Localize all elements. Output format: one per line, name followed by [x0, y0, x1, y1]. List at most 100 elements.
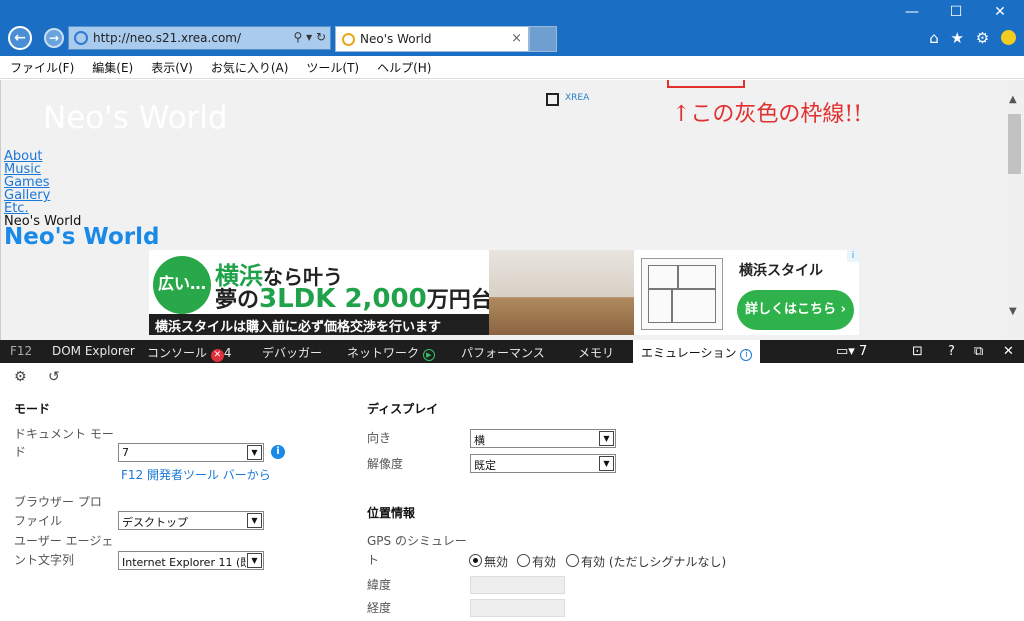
- gps-label-1: GPS のシミュレー: [367, 534, 467, 548]
- latitude-label: 緯度: [367, 578, 392, 592]
- banner-strip: 横浜スタイルは購入前に必ず価格交渉を行います: [149, 314, 489, 335]
- longitude-input: [470, 599, 565, 617]
- doc-mode-source-link[interactable]: F12 開発者ツール バーから: [121, 466, 271, 483]
- resolution-label: 解像度: [367, 457, 404, 471]
- orientation-label: 向き: [367, 431, 392, 445]
- user-agent-label-2: ント文字列: [14, 553, 75, 567]
- forward-button[interactable]: →: [44, 28, 64, 48]
- close-tab-icon[interactable]: ×: [511, 31, 522, 46]
- close-devtools-icon[interactable]: ✕: [1003, 344, 1014, 359]
- latitude-input: [470, 576, 565, 594]
- user-agent-select[interactable]: Internet Explorer 11 (既定) ▼: [118, 551, 264, 570]
- profile-settings-icon[interactable]: ⚙: [14, 369, 27, 385]
- banner-cta-button[interactable]: 詳しくはこちら ›: [737, 290, 854, 330]
- menu-bar: ファイル(F) 編集(E) 表示(V) お気に入り(A) ツール(T) ヘルプ(…: [0, 56, 1024, 79]
- broken-image-icon: [546, 93, 559, 106]
- f12-label: F12: [10, 344, 33, 358]
- annotation-highlight-box: [667, 80, 745, 88]
- menu-help[interactable]: ヘルプ(H): [367, 56, 439, 76]
- scroll-down-icon[interactable]: ▼: [1009, 306, 1017, 317]
- site-nav: About Music Games Gallery Etc. Neo's Wor…: [4, 150, 81, 229]
- scroll-thumb[interactable]: [1008, 114, 1021, 174]
- annotation-text: ↑この灰色の枠線!!: [672, 102, 863, 127]
- home-icon[interactable]: ⌂: [929, 29, 939, 47]
- doc-mode-info-icon[interactable]: i: [271, 445, 285, 459]
- back-button[interactable]: ←: [8, 26, 32, 50]
- console-error-count: 4: [223, 346, 232, 360]
- menu-tools[interactable]: ツール(T): [296, 56, 367, 76]
- browser-profile-label-1: ブラウザー プロ: [14, 495, 102, 509]
- user-agent-label-1: ユーザー エージェ: [14, 534, 114, 548]
- gps-radio-no-signal[interactable]: [566, 554, 579, 567]
- devtools-tab-bar: F12 DOM Explorer コンソール ✕ 4 デバッガー ネットワーク ▶…: [0, 340, 1024, 363]
- monitor-icon: ▭▾: [836, 344, 855, 359]
- close-window-icon[interactable]: ✕: [990, 4, 1010, 20]
- ad-info-icon[interactable]: i: [847, 250, 859, 262]
- xrea-link[interactable]: XREA: [565, 93, 589, 103]
- chevron-down-icon: ▼: [599, 456, 614, 471]
- chevron-down-icon: ▼: [247, 445, 262, 460]
- settings-icon[interactable]: ⚙: [976, 29, 989, 47]
- site-title-ghost: Neo's World: [43, 100, 228, 136]
- gps-radio-disabled-label: 無効: [484, 555, 509, 569]
- undock-icon[interactable]: ⧉: [974, 344, 983, 359]
- banner-brand-logo: 横浜スタイル: [739, 263, 823, 279]
- gps-label-2: ト: [367, 553, 380, 567]
- chevron-down-icon: ▼: [247, 553, 262, 568]
- doc-mode-label-2: ド: [14, 445, 27, 459]
- tab-emulation[interactable]: エミュレーション i: [633, 340, 761, 363]
- address-text[interactable]: http://neo.s21.xrea.com/: [93, 31, 241, 45]
- search-refresh-icons[interactable]: ⚲ ▾ ↻: [294, 30, 327, 44]
- minimize-icon[interactable]: —: [902, 4, 922, 20]
- record-play-icon: ▶: [422, 349, 435, 361]
- emulation-panel: モード ドキュメント モー ド 7 ▼ i F12 開発者ツール バーから ブラ…: [0, 390, 1024, 621]
- tab-memory[interactable]: メモリ: [578, 344, 614, 361]
- doc-mode-select[interactable]: 7 ▼: [118, 443, 264, 462]
- favorites-icon[interactable]: ★: [951, 29, 964, 47]
- doc-mode-indicator[interactable]: ▭▾ 7: [836, 344, 867, 359]
- orientation-select[interactable]: 横 ▼: [470, 429, 616, 448]
- tab-console[interactable]: コンソール ✕ 4: [147, 344, 231, 362]
- maximize-icon[interactable]: ☐: [946, 4, 966, 20]
- resolution-select[interactable]: 既定 ▼: [470, 454, 616, 473]
- browser-profile-label-2: ファイル: [14, 514, 63, 528]
- browser-title-bar: ← → http://neo.s21.xrea.com/ ⚲ ▾ ↻ Neo's…: [0, 0, 1024, 56]
- menu-edit[interactable]: 編集(E): [82, 56, 141, 76]
- page-viewport: Neo's World XREA ↑この灰色の枠線!! About Music …: [0, 80, 1005, 340]
- display-heading: ディスプレイ: [367, 402, 439, 416]
- tab-dom-explorer[interactable]: DOM Explorer: [52, 344, 135, 358]
- scroll-up-icon[interactable]: ▲: [1009, 94, 1017, 105]
- site-heading: Neo's World: [4, 224, 160, 250]
- info-icon: i: [740, 349, 753, 361]
- mode-heading: モード: [14, 402, 51, 416]
- tab-debugger[interactable]: デバッガー: [262, 344, 322, 361]
- reset-icon[interactable]: ↺: [48, 369, 60, 385]
- new-tab-button[interactable]: [529, 26, 557, 52]
- tab-neos-world[interactable]: Neo's World ×: [335, 26, 529, 52]
- help-icon[interactable]: ?: [948, 344, 955, 359]
- page-scrollbar[interactable]: ▲ ▼: [1005, 80, 1024, 340]
- gps-radio-enabled[interactable]: [517, 554, 530, 567]
- console-pane-icon[interactable]: ⊡: [912, 344, 923, 359]
- menu-file[interactable]: ファイル(F): [0, 56, 82, 76]
- devtools-toolbar: ⚙ ↺: [0, 363, 1024, 390]
- gps-radio-enabled-label: 有効: [532, 555, 557, 569]
- gps-radio-disabled[interactable]: [469, 554, 482, 567]
- address-bar[interactable]: http://neo.s21.xrea.com/ ⚲ ▾ ↻: [68, 26, 331, 50]
- menu-view[interactable]: 表示(V): [141, 56, 201, 76]
- chevron-down-icon: ▼: [247, 513, 262, 528]
- tab-title: Neo's World: [360, 32, 432, 46]
- menu-favorites[interactable]: お気に入り(A): [201, 56, 297, 76]
- ie-page-icon: [74, 31, 88, 45]
- gps-radio-no-signal-label: 有効 (ただしシグナルなし): [581, 555, 727, 569]
- ad-banner[interactable]: 広い… 横浜なら叶う 夢の3LDK 2,000万円台 横浜スタイルは購入前に必ず…: [149, 250, 859, 335]
- chevron-down-icon: ▼: [599, 431, 614, 446]
- smiley-icon[interactable]: [1001, 30, 1016, 45]
- longitude-label: 経度: [367, 601, 392, 615]
- tab-network[interactable]: ネットワーク ▶: [347, 344, 435, 361]
- banner-room-photo: [489, 250, 634, 335]
- browser-profile-select[interactable]: デスクトップ ▼: [118, 511, 264, 530]
- error-icon: ✕: [210, 349, 224, 362]
- tab-performance[interactable]: パフォーマンス: [461, 344, 545, 361]
- browser-toolbar-icons: ⌂ ★ ⚙: [922, 29, 1016, 47]
